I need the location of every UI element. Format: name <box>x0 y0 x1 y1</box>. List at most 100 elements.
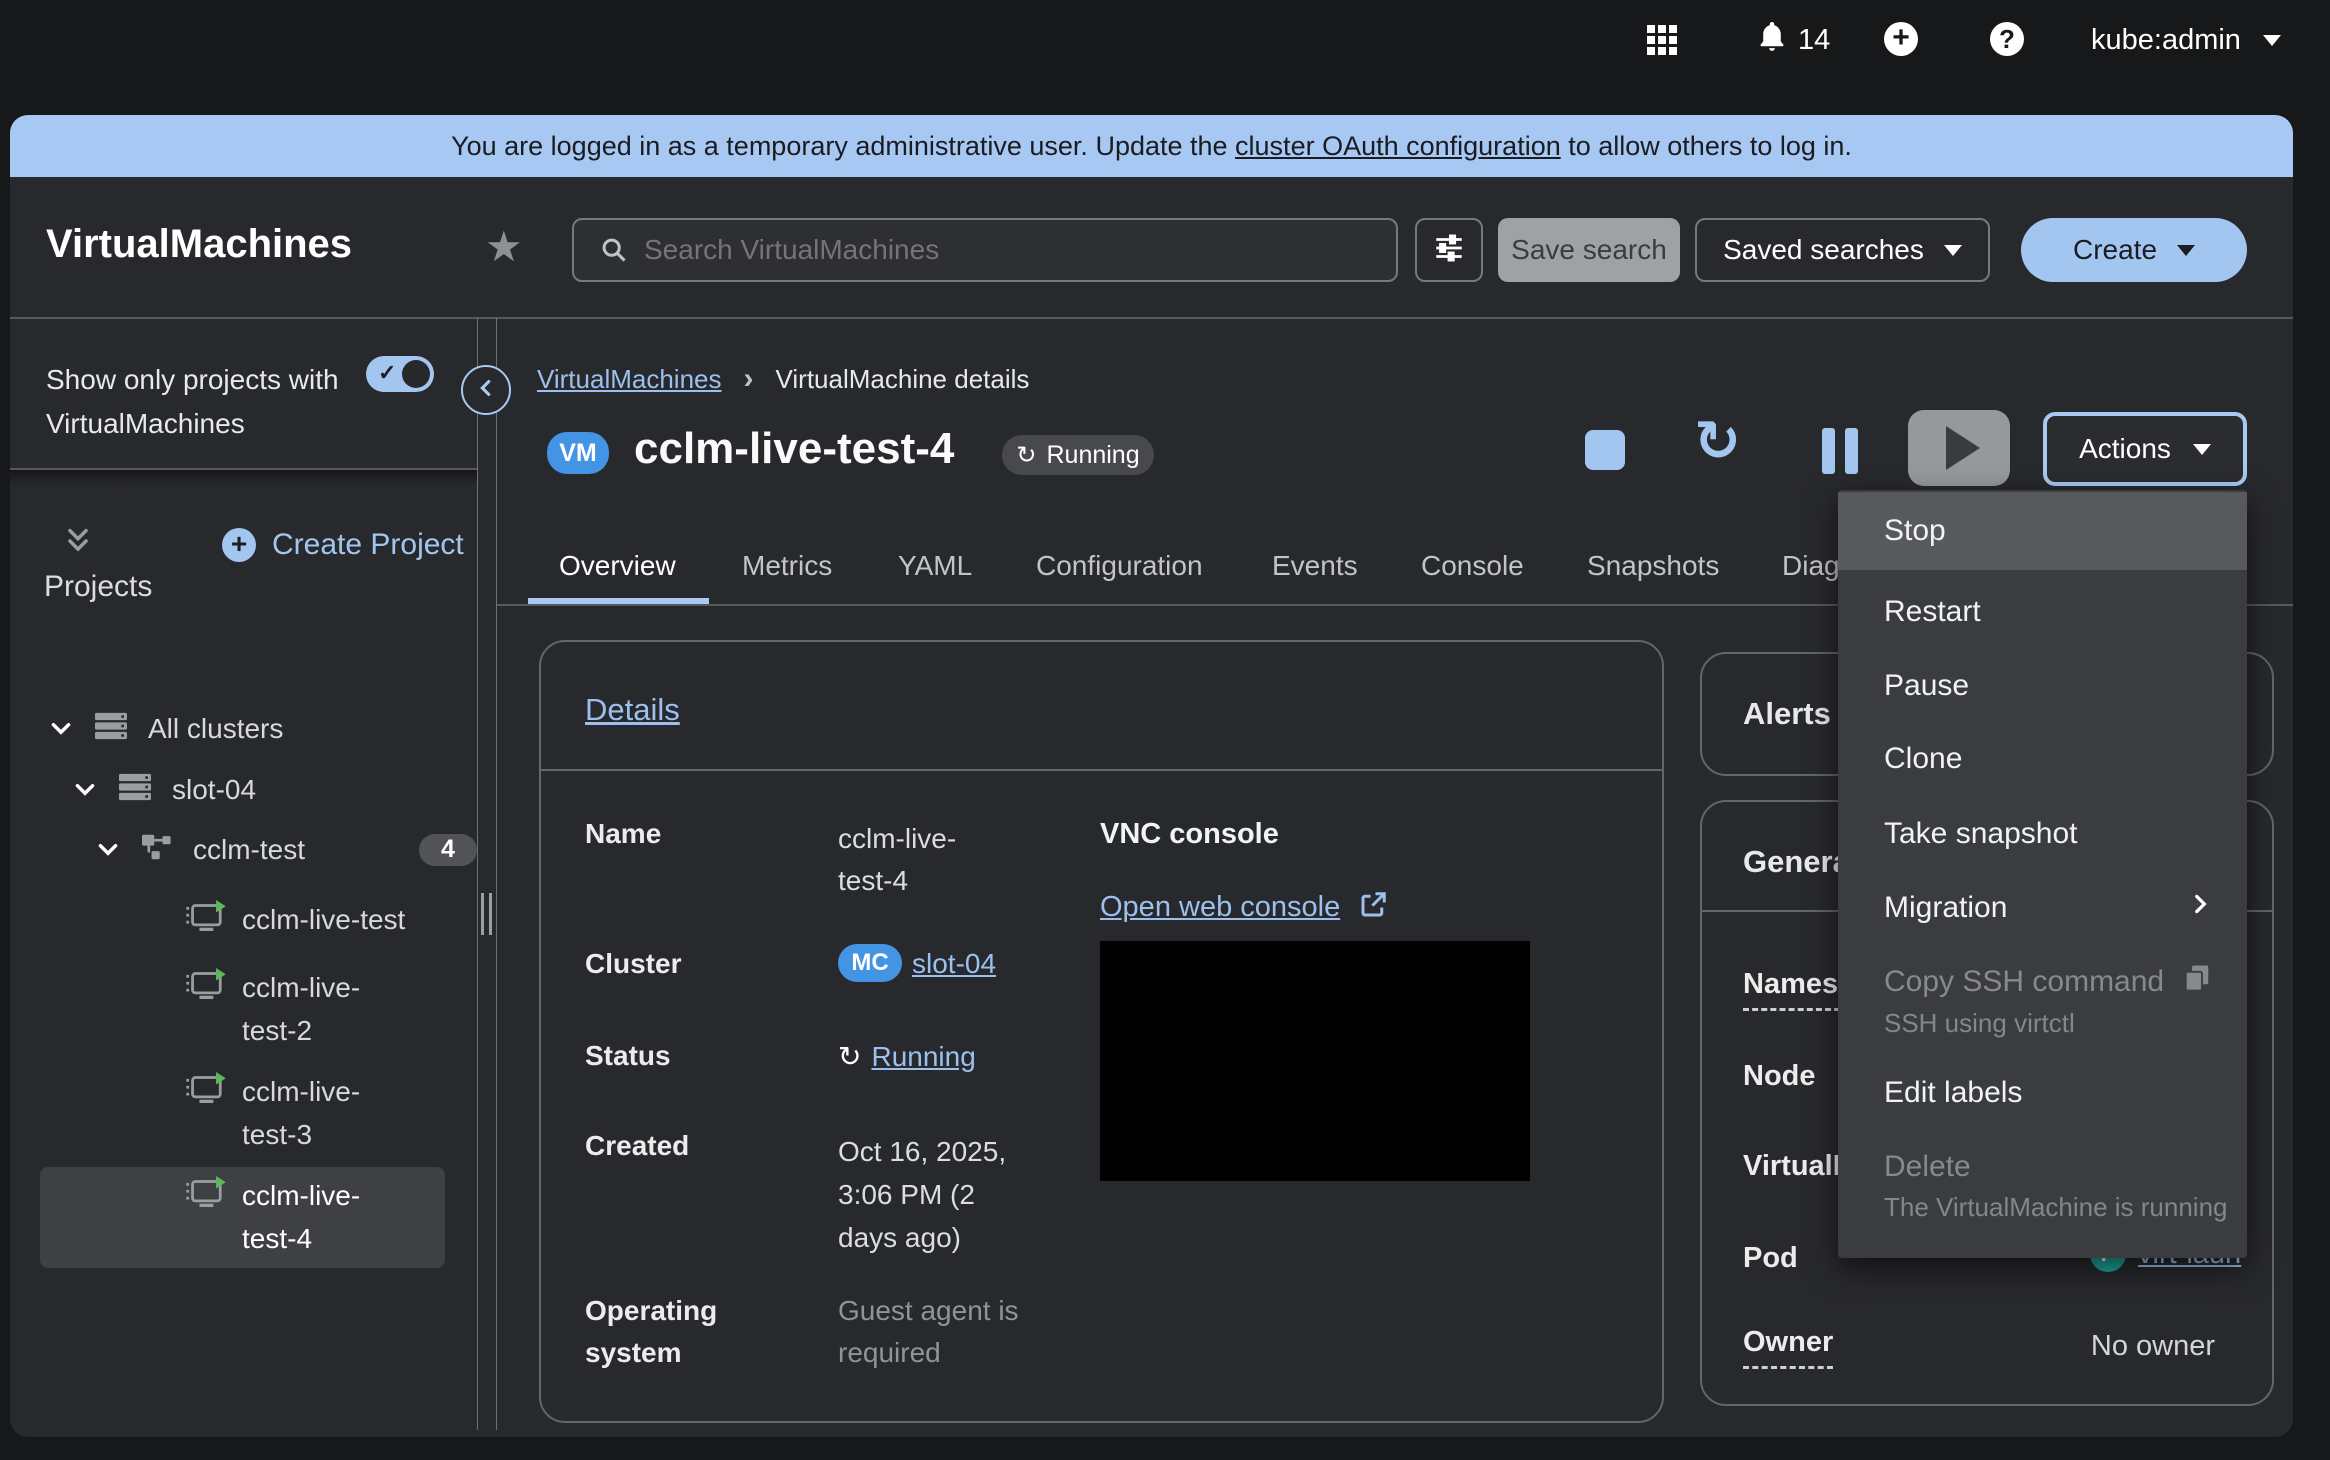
play-icon <box>1946 426 1980 470</box>
chevron-left-icon <box>475 377 497 404</box>
chevron-down-icon[interactable] <box>48 716 74 742</box>
tree-item-cluster[interactable]: slot-04 <box>72 771 256 808</box>
pause-button[interactable] <box>1822 428 1862 474</box>
search-box[interactable] <box>572 218 1398 282</box>
page-title: VirtualMachines <box>46 222 352 267</box>
details-card-divider <box>541 769 1662 771</box>
restart-button[interactable]: ↻ <box>1694 414 1741 470</box>
save-search-button[interactable]: Save search <box>1498 218 1680 282</box>
collapse-projects-icon[interactable] <box>64 526 92 561</box>
open-web-console[interactable]: Open web console <box>1100 890 1388 925</box>
name-value: cclm-live-test-4 <box>838 818 998 902</box>
collapse-sidebar-button[interactable] <box>461 365 511 415</box>
vm-title: cclm-live-test-4 <box>634 424 954 474</box>
chevron-down-icon[interactable] <box>95 837 121 863</box>
vm-kind-badge: VM <box>547 432 609 474</box>
menu-item-delete-subtitle: The VirtualMachine is running <box>1884 1192 2227 1223</box>
create-project-button[interactable]: + Create Project <box>222 528 464 562</box>
open-web-console-link: Open web console <box>1100 891 1340 924</box>
external-link-icon <box>1358 890 1388 925</box>
actions-menu: Stop Restart Pause Clone Take snapshot M… <box>1838 490 2247 1258</box>
owner-label[interactable]: Owner <box>1743 1326 1833 1369</box>
vnc-screen[interactable] <box>1100 941 1530 1181</box>
vm-icon <box>184 1072 226 1156</box>
tab-snapshots[interactable]: Snapshots <box>1587 550 1719 582</box>
filters-button[interactable] <box>1415 218 1483 282</box>
create-project-label: Create Project <box>272 528 464 562</box>
saved-searches-button[interactable]: Saved searches <box>1695 218 1990 282</box>
cluster-link[interactable]: slot-04 <box>912 948 996 980</box>
menu-item-clone[interactable]: Clone <box>1838 720 2247 798</box>
sync-icon: ↻ <box>1016 441 1036 469</box>
node-label: Node <box>1743 1060 1816 1093</box>
projects-label: Projects <box>44 570 152 604</box>
vm-label: cclm-live-test-3 <box>242 1070 392 1156</box>
menu-item-migration[interactable]: Migration <box>1838 869 2247 947</box>
vm-icon <box>184 968 226 1052</box>
splitter-handle[interactable] <box>481 893 493 935</box>
tree-item-vm-3[interactable]: cclm-live-test-3 <box>184 1070 392 1156</box>
search-icon <box>600 236 628 264</box>
breadcrumb-separator-icon: › <box>744 362 754 396</box>
tab-console[interactable]: Console <box>1421 550 1524 582</box>
notifications-bell-icon[interactable] <box>1755 20 1789 58</box>
oauth-config-link[interactable]: cluster OAuth configuration <box>1235 131 1561 161</box>
create-label: Create <box>2073 234 2157 266</box>
quick-create-icon[interactable]: + <box>1884 22 1918 56</box>
favorite-star-icon[interactable]: ★ <box>485 222 523 271</box>
vm-label: cclm-live-test <box>242 898 462 941</box>
screen: 14 + ? kube:admin You are logged in as a… <box>0 0 2330 1460</box>
menu-item-edit-labels[interactable]: Edit labels <box>1838 1054 2247 1132</box>
vm-filter-toggle[interactable]: ✓ <box>366 356 434 392</box>
user-caret-icon <box>2263 35 2281 46</box>
saved-searches-label: Saved searches <box>1723 234 1924 266</box>
vm-icon <box>184 1176 226 1260</box>
details-card-title[interactable]: Details <box>585 692 680 728</box>
sidebar-divider-shadow <box>10 470 477 486</box>
vnc-console-title: VNC console <box>1100 818 1279 851</box>
user-menu[interactable]: kube:admin <box>2091 24 2281 57</box>
stop-button[interactable] <box>1585 430 1625 470</box>
help-icon[interactable]: ? <box>1990 22 2024 56</box>
tab-events[interactable]: Events <box>1272 550 1358 582</box>
search-input[interactable] <box>642 233 1396 267</box>
tree-item-project[interactable]: cclm-test 4 <box>95 832 477 867</box>
splitter-line[interactable] <box>496 318 497 1430</box>
chevron-down-icon[interactable] <box>72 777 98 803</box>
menu-item-copy-ssh-subtitle: SSH using virtctl <box>1884 1008 2075 1039</box>
status-link[interactable]: Running <box>871 1041 975 1073</box>
app-launcher-icon[interactable] <box>1647 25 1677 55</box>
tab-configuration[interactable]: Configuration <box>1036 550 1203 582</box>
menu-item-stop[interactable]: Stop <box>1838 492 2247 570</box>
vm-label: cclm-live-test-2 <box>242 966 392 1052</box>
notification-count: 14 <box>1798 24 1830 57</box>
chevron-right-icon <box>2187 891 2213 925</box>
header-divider <box>10 317 2293 319</box>
vm-status-label: Running <box>1046 441 1139 470</box>
tree-item-all-clusters[interactable]: All clusters <box>48 710 283 747</box>
created-label: Created <box>585 1130 689 1162</box>
servers-icon <box>92 710 130 747</box>
banner-text: You are logged in as a temporary adminis… <box>451 131 1235 161</box>
tab-overview[interactable]: Overview <box>559 550 676 582</box>
tree-item-vm-1[interactable]: cclm-live-test <box>184 898 462 941</box>
project-vm-count-badge: 4 <box>419 834 477 866</box>
toggle-check-icon: ✓ <box>378 360 396 386</box>
tab-yaml[interactable]: YAML <box>898 550 972 582</box>
create-caret-icon <box>2177 245 2195 256</box>
saved-searches-caret-icon <box>1944 245 1962 256</box>
tree-label: All clusters <box>148 713 283 745</box>
tab-metrics[interactable]: Metrics <box>742 550 832 582</box>
user-name: kube:admin <box>2091 24 2241 57</box>
login-banner: You are logged in as a temporary adminis… <box>10 115 2293 177</box>
sliders-icon <box>1432 231 1466 270</box>
tree-item-vm-4-selected[interactable]: cclm-live-test-4 <box>40 1167 445 1268</box>
create-button[interactable]: Create <box>2021 218 2247 282</box>
menu-item-pause[interactable]: Pause <box>1838 647 2247 725</box>
menu-item-restart[interactable]: Restart <box>1838 573 2247 651</box>
breadcrumb-root-link[interactable]: VirtualMachines <box>537 364 722 395</box>
menu-item-take-snapshot[interactable]: Take snapshot <box>1838 795 2247 873</box>
tree-item-vm-2[interactable]: cclm-live-test-2 <box>184 966 392 1052</box>
banner-text-after: to allow others to log in. <box>1561 131 1852 161</box>
actions-dropdown-button[interactable]: Actions <box>2043 412 2247 486</box>
